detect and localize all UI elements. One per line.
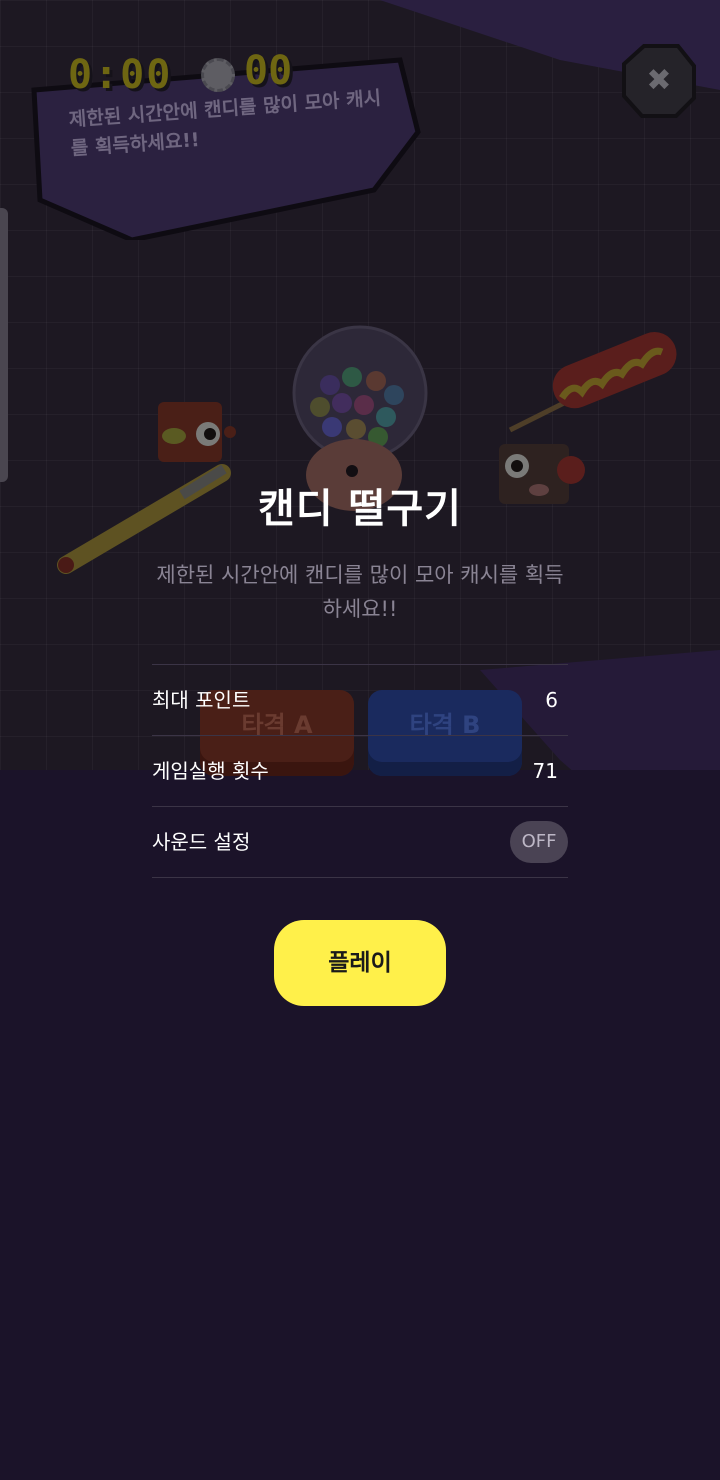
max-points-label: 최대 포인트	[152, 688, 251, 712]
play-button[interactable]: 플레이	[274, 920, 446, 1006]
play-count-label: 게임실행 횟수	[152, 759, 269, 783]
stat-row-max-points: 최대 포인트 6	[152, 664, 568, 735]
game-info-dialog: 캔디 떨구기 제한된 시간안에 캔디를 많이 모아 캐시를 획득하세요!! 최대…	[0, 0, 720, 1480]
sound-toggle[interactable]: OFF	[510, 821, 568, 863]
stats-list: 최대 포인트 6 게임실행 횟수 71 사운드 설정 OFF	[152, 664, 568, 878]
dialog-description: 제한된 시간안에 캔디를 많이 모아 캐시를 획득하세요!!	[156, 563, 564, 621]
sound-setting-label: 사운드 설정	[152, 830, 251, 854]
max-points-value: 6	[545, 688, 558, 712]
game-screen: 0:00 00 제한된 시간안에 캔디를 많이 모아 캐시를 획득하세요!! ✖	[0, 0, 720, 1480]
play-count-value: 71	[532, 759, 558, 783]
stat-row-play-count: 게임실행 횟수 71	[152, 735, 568, 806]
dialog-title: 캔디 떨구기	[258, 486, 462, 532]
stat-row-sound: 사운드 설정 OFF	[152, 806, 568, 878]
